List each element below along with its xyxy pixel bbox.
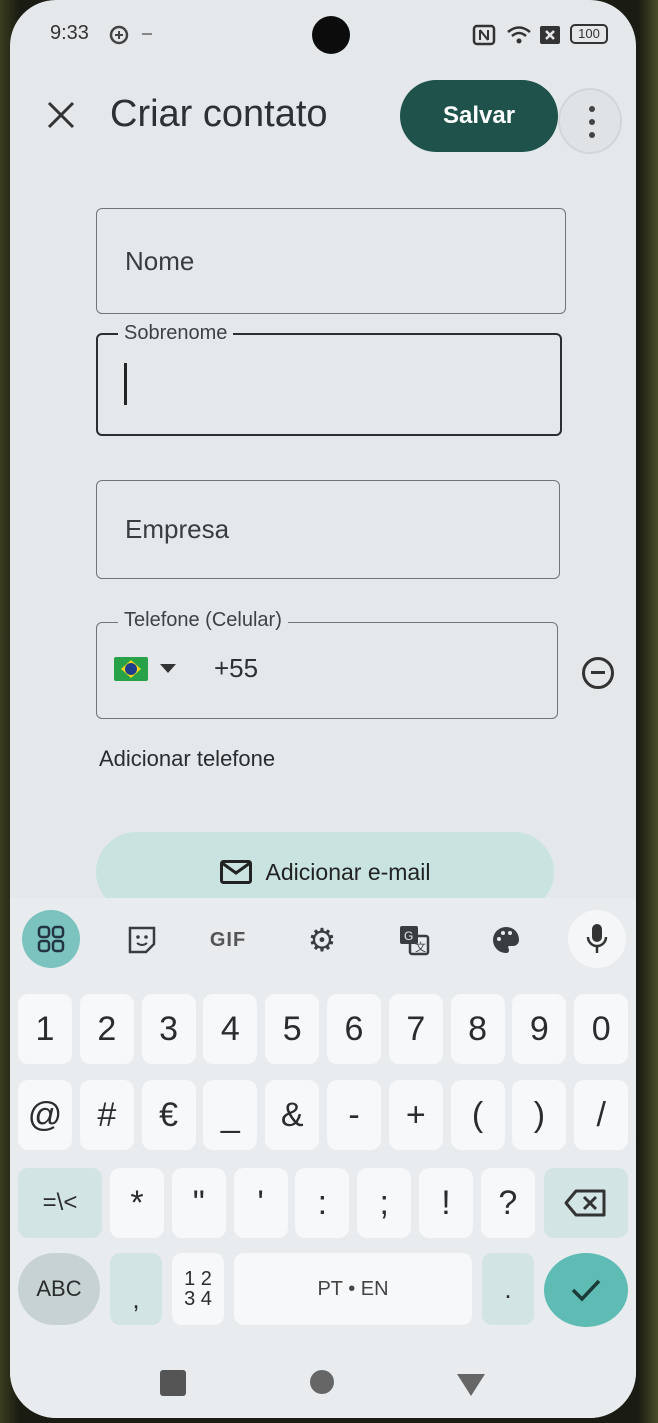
phone-label: Telefone (Celular) — [118, 609, 288, 632]
abc-key[interactable]: ABC — [18, 1253, 100, 1325]
mail-icon — [219, 860, 252, 884]
battery-indicator: 100 — [570, 24, 608, 44]
apps-grid-icon — [37, 925, 65, 953]
add-email-label: Adicionar e-mail — [265, 858, 431, 885]
sticker-button[interactable] — [120, 918, 164, 962]
space-key[interactable]: PT • EN — [234, 1253, 472, 1325]
backspace-key[interactable] — [544, 1168, 628, 1238]
backspace-icon — [564, 1189, 606, 1217]
key-4[interactable]: 5 — [265, 994, 320, 1064]
key-5[interactable]: ; — [357, 1168, 412, 1238]
key-4[interactable]: : — [295, 1168, 350, 1238]
last-name-field[interactable] — [96, 333, 562, 436]
svg-text:文: 文 — [415, 940, 426, 954]
key-3[interactable]: _ — [203, 1080, 258, 1150]
comma-key[interactable]: , — [110, 1253, 162, 1325]
enter-key[interactable] — [544, 1253, 628, 1327]
key-2[interactable]: € — [141, 1080, 196, 1150]
notification-dash-icon — [142, 33, 152, 35]
voice-input-button[interactable] — [568, 910, 626, 968]
svg-text:G: G — [404, 929, 413, 943]
nfc-icon — [472, 24, 496, 46]
keyboard-apps-button[interactable] — [22, 910, 80, 968]
key-2[interactable]: " — [171, 1168, 226, 1238]
key-2[interactable]: 3 — [141, 994, 196, 1064]
key-1[interactable]: # — [79, 1080, 134, 1150]
recents-nav-button[interactable] — [160, 1370, 186, 1396]
checkmark-icon — [571, 1279, 601, 1302]
key-6[interactable]: 7 — [388, 994, 443, 1064]
home-nav-button[interactable] — [310, 1370, 334, 1394]
first-name-field[interactable]: Nome — [96, 208, 566, 314]
key-0[interactable]: =\< — [18, 1168, 102, 1238]
numpad-bottom-label: 3 4 — [184, 1288, 212, 1310]
key-3[interactable]: 4 — [203, 994, 258, 1064]
company-field[interactable]: Empresa — [96, 480, 560, 579]
save-button[interactable]: Salvar — [400, 80, 558, 152]
key-7[interactable]: ? — [480, 1168, 535, 1238]
sync-status-icon — [109, 25, 129, 45]
key-6[interactable]: + — [388, 1080, 443, 1150]
text-cursor — [124, 363, 127, 405]
settings-gear-icon[interactable]: ⚙ — [300, 918, 344, 962]
country-code: +55 — [214, 653, 259, 683]
status-time: 9:33 — [50, 22, 89, 44]
key-5[interactable]: - — [327, 1080, 381, 1150]
key-3[interactable]: ' — [233, 1168, 288, 1238]
key-8[interactable]: 9 — [512, 994, 567, 1064]
first-name-placeholder: Nome — [125, 246, 195, 276]
last-name-label: Sobrenome — [118, 322, 234, 345]
close-button[interactable] — [36, 88, 86, 142]
key-7[interactable]: 8 — [450, 994, 505, 1064]
gif-button[interactable]: GIF — [206, 918, 250, 962]
key-7[interactable]: ( — [450, 1080, 505, 1150]
microphone-icon — [586, 924, 608, 953]
key-4[interactable]: & — [265, 1080, 320, 1150]
key-8[interactable]: ) — [512, 1080, 567, 1150]
key-9[interactable]: 0 — [574, 994, 629, 1064]
numpad-top-label: 1 2 — [184, 1268, 212, 1290]
key-1[interactable]: * — [110, 1168, 164, 1238]
remove-phone-icon[interactable] — [582, 657, 614, 689]
more-vert-icon — [589, 106, 595, 112]
more-options-button[interactable] — [558, 88, 622, 154]
close-icon — [47, 101, 75, 129]
company-placeholder: Empresa — [125, 514, 230, 544]
wifi-icon — [507, 26, 531, 44]
key-0[interactable]: @ — [18, 1080, 72, 1150]
theme-palette-icon[interactable] — [484, 918, 528, 962]
translate-icon: G 文 — [400, 926, 430, 956]
page-title: Criar contato — [110, 93, 328, 135]
add-phone-link[interactable]: Adicionar telefone — [99, 746, 275, 772]
keyboard: GIF ⚙ G 文 1234567890 @ # € _ & - + () /… — [10, 898, 636, 1418]
phone-screen: 9:33 100 Criar contato Salvar Nome Sobre — [10, 0, 636, 1418]
key-9[interactable]: / — [574, 1080, 629, 1150]
numpad-key[interactable]: 1 2 3 4 — [172, 1253, 224, 1325]
brazil-flag-icon[interactable] — [114, 657, 148, 681]
device-frame: 9:33 100 Criar contato Salvar Nome Sobre — [0, 0, 658, 1423]
back-nav-button[interactable] — [457, 1374, 485, 1396]
translate-button[interactable]: G 文 — [392, 918, 436, 962]
key-6[interactable]: ! — [419, 1168, 473, 1238]
country-dropdown-icon[interactable] — [160, 664, 176, 673]
front-camera — [312, 16, 350, 54]
key-0[interactable]: 1 — [18, 994, 72, 1064]
period-key[interactable]: . — [482, 1253, 534, 1325]
key-1[interactable]: 2 — [79, 994, 134, 1064]
key-5[interactable]: 6 — [327, 994, 381, 1064]
sim-x-icon — [540, 26, 560, 44]
sticker-icon — [128, 926, 156, 954]
